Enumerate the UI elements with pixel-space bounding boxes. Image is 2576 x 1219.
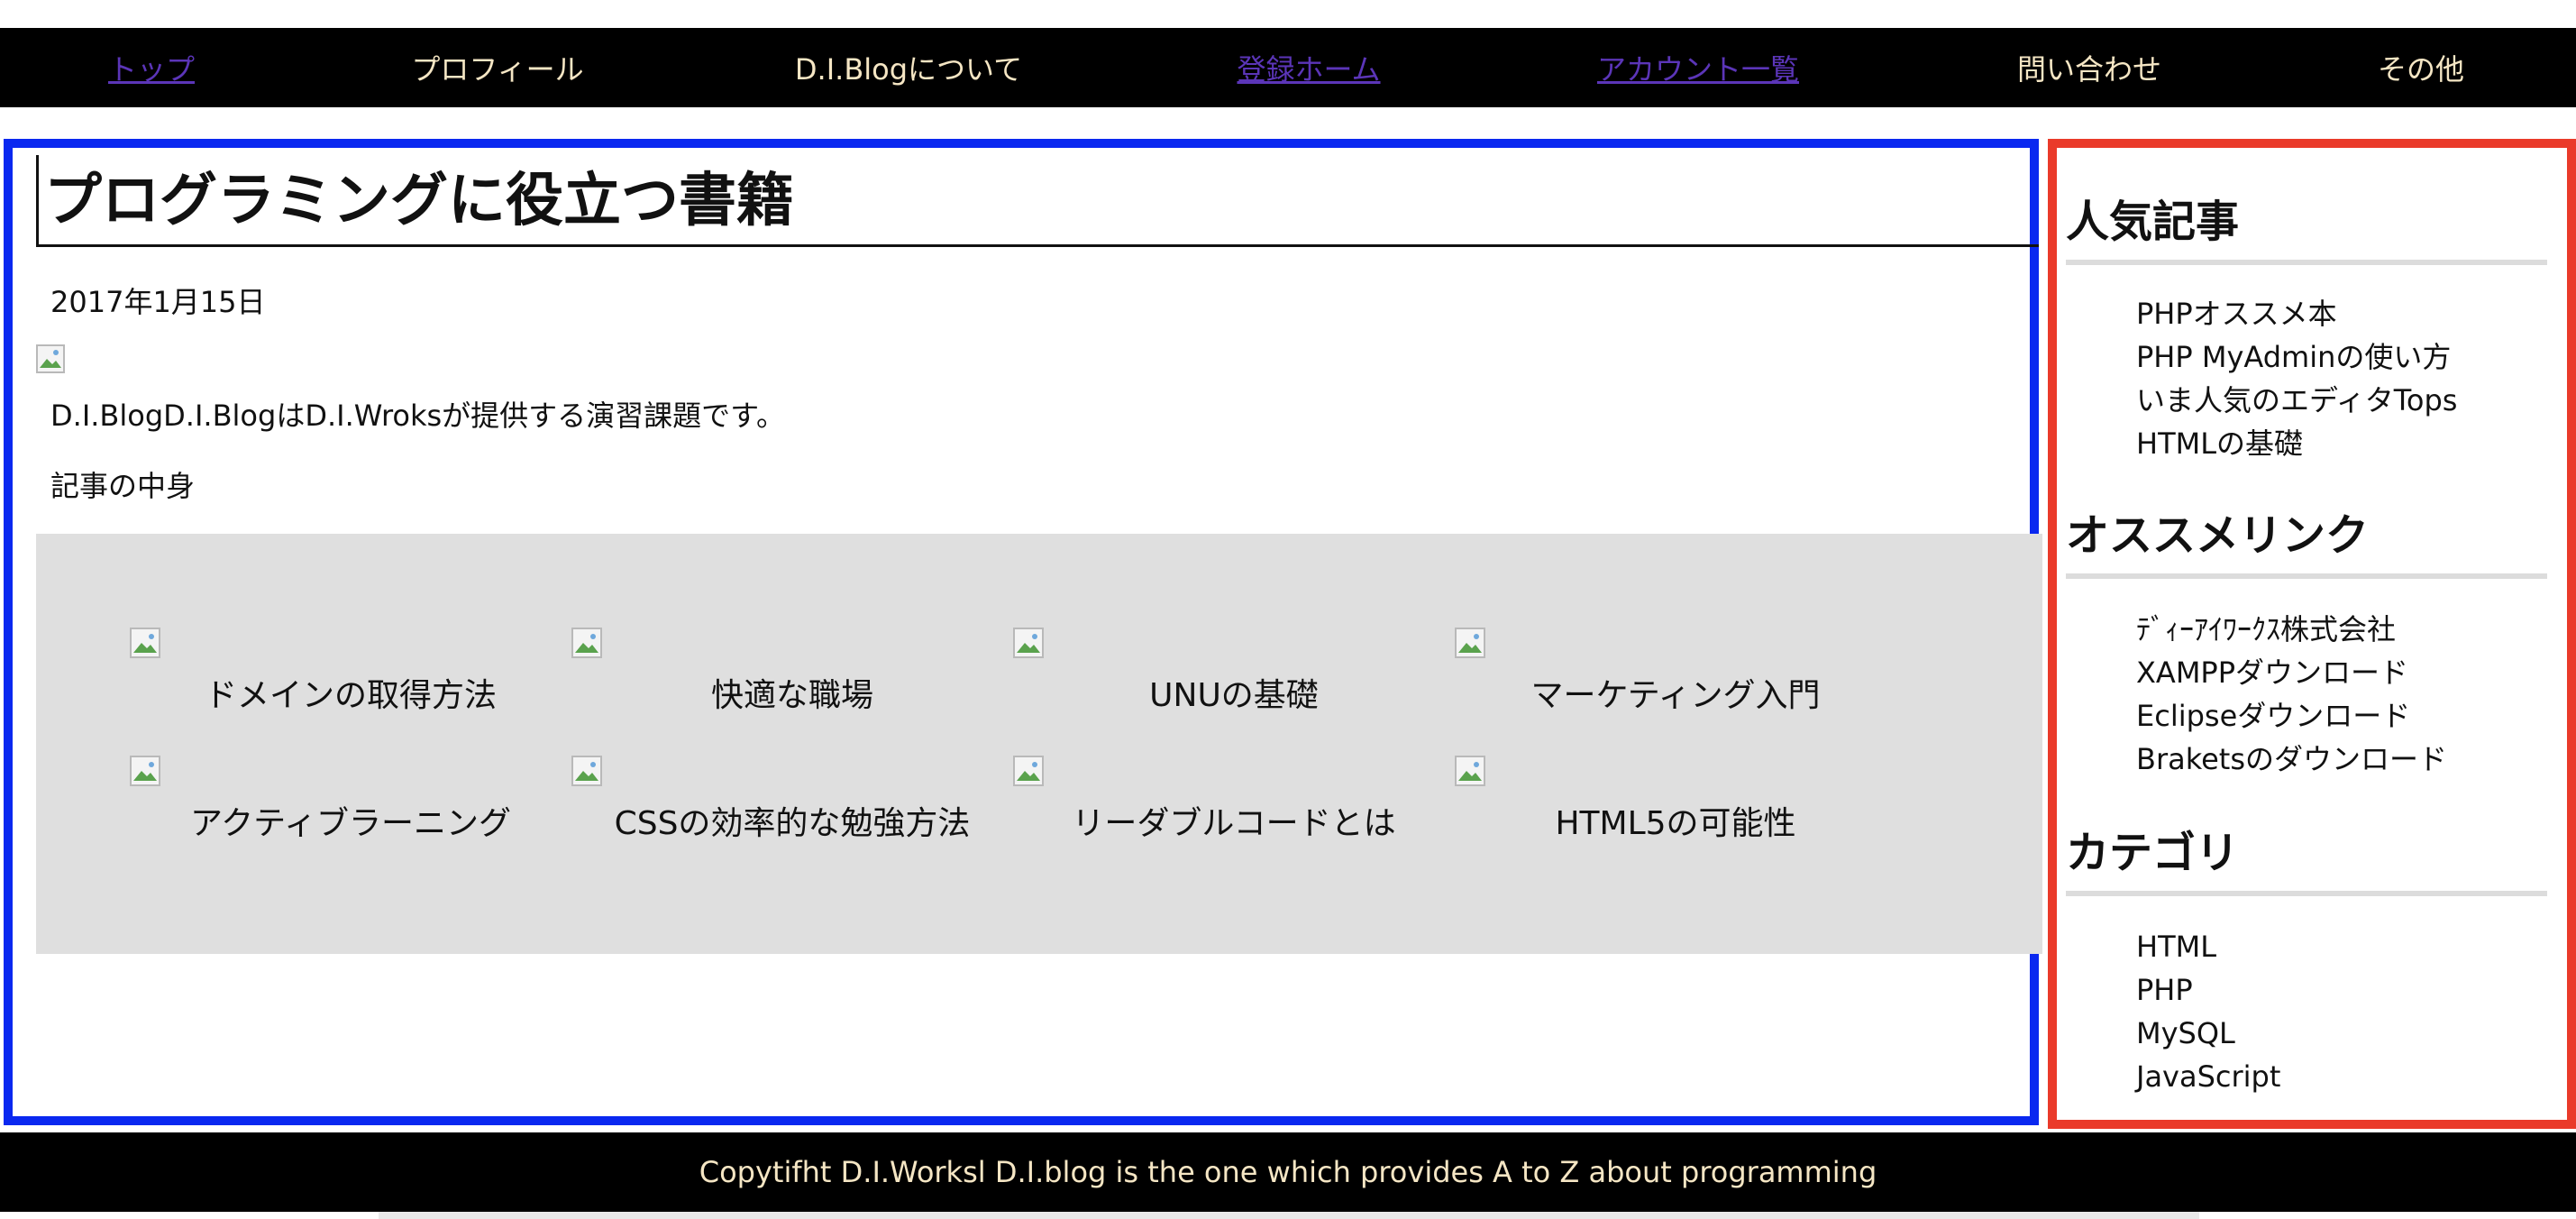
article-date: 2017年1月15日 bbox=[50, 285, 266, 319]
global-nav: トップ プロフィール D.I.Blogについて 登録ホーム アカウント一覧 問い… bbox=[0, 28, 2576, 107]
categories-list: HTML PHP MySQL JavaScript bbox=[2136, 925, 2280, 1098]
broken-image-icon bbox=[36, 344, 65, 373]
related-card[interactable]: アクティブラーニング bbox=[130, 756, 571, 873]
related-card-label: HTML5の可能性 bbox=[1555, 805, 1796, 842]
broken-image-icon bbox=[130, 628, 160, 658]
sidebar-item-category[interactable]: HTML bbox=[2136, 925, 2280, 968]
related-card-label: アクティブラーニング bbox=[189, 805, 512, 842]
nav-item-profile[interactable]: プロフィール bbox=[411, 28, 583, 107]
broken-image-icon bbox=[130, 756, 160, 786]
related-card-label: 快適な職場 bbox=[710, 677, 873, 714]
article-body: 記事の中身 bbox=[50, 469, 196, 503]
broken-image-icon bbox=[571, 628, 602, 658]
related-card-label: ドメインの取得方法 bbox=[204, 677, 497, 714]
nav-item-about[interactable]: D.I.Blogについて bbox=[795, 28, 1022, 107]
nav-item-other[interactable]: その他 bbox=[2378, 28, 2464, 107]
sidebar-item-link[interactable]: XAMPPダウンロード bbox=[2136, 651, 2447, 694]
nav-item-contact[interactable]: 問い合わせ bbox=[2017, 28, 2161, 107]
sidebar-item-popular[interactable]: いま人気のエディタTops bbox=[2136, 379, 2457, 422]
related-card-label: CSSの効率的な勉強方法 bbox=[614, 805, 971, 842]
related-articles: ドメインの取得方法 快適な職場 UNUの基礎 マーケティング入門 アクティブラー… bbox=[36, 534, 2042, 954]
sidebar-item-category[interactable]: JavaScript bbox=[2136, 1055, 2280, 1098]
main-content: プログラミングに役立つ書籍 2017年1月15日 D.I.BlogD.I.Blo… bbox=[4, 139, 2042, 1125]
recommended-links-list: ﾃﾞｨｰｱｲﾜｰｸｽ株式会社 XAMPPダウンロード Eclipseダウンロード… bbox=[2136, 608, 2447, 781]
popular-articles-list: PHPオススメ本 PHP MyAdminの使い方 いま人気のエディタTops H… bbox=[2136, 292, 2457, 465]
footer: Copytifht D.I.Worksl D.I.blog is the one… bbox=[0, 1132, 2576, 1212]
related-card-label: UNUの基礎 bbox=[1149, 677, 1319, 714]
broken-image-icon bbox=[1455, 628, 1485, 658]
sidebar-item-category[interactable]: MySQL bbox=[2136, 1012, 2280, 1055]
sidebar-item-link[interactable]: Eclipseダウンロード bbox=[2136, 694, 2447, 738]
sidebar-heading-categories: カテゴリ bbox=[2066, 817, 2547, 896]
broken-image-icon bbox=[571, 756, 602, 786]
article-title: プログラミングに役立つ書籍 bbox=[36, 155, 2039, 247]
footer-copyright: Copytifht D.I.Worksl D.I.blog is the one… bbox=[699, 1155, 1877, 1189]
page-bottom-divider bbox=[379, 1212, 2199, 1219]
related-card[interactable]: UNUの基礎 bbox=[1013, 628, 1455, 745]
broken-image-icon bbox=[1455, 756, 1485, 786]
nav-item-accounts[interactable]: アカウント一覧 bbox=[1597, 28, 1799, 107]
related-card-label: リーダブルコードとは bbox=[1072, 805, 1396, 842]
sidebar-item-popular[interactable]: PHP MyAdminの使い方 bbox=[2136, 335, 2457, 379]
broken-image-icon bbox=[1013, 756, 1044, 786]
sidebar: 人気記事 PHPオススメ本 PHP MyAdminの使い方 いま人気のエディタT… bbox=[2048, 139, 2576, 1129]
sidebar-heading-links: オススメリンク bbox=[2066, 500, 2547, 579]
sidebar-item-link[interactable]: Braketsのダウンロード bbox=[2136, 738, 2447, 781]
related-card[interactable]: 快適な職場 bbox=[571, 628, 1013, 745]
broken-image-icon bbox=[1013, 628, 1044, 658]
sidebar-heading-popular: 人気記事 bbox=[2066, 186, 2547, 265]
sidebar-item-link[interactable]: ﾃﾞｨｰｱｲﾜｰｸｽ株式会社 bbox=[2136, 608, 2447, 651]
sidebar-item-category[interactable]: PHP bbox=[2136, 968, 2280, 1012]
sidebar-item-popular[interactable]: PHPオススメ本 bbox=[2136, 292, 2457, 335]
related-card[interactable]: リーダブルコードとは bbox=[1013, 756, 1455, 873]
article-lead: D.I.BlogD.I.BlogはD.I.Wroksが提供する演習課題です。 bbox=[50, 399, 785, 433]
nav-item-top[interactable]: トップ bbox=[108, 28, 195, 107]
sidebar-item-popular[interactable]: HTMLの基礎 bbox=[2136, 422, 2457, 465]
related-card-label: マーケティング入門 bbox=[1530, 677, 1821, 714]
related-card[interactable]: CSSの効率的な勉強方法 bbox=[571, 756, 1013, 873]
nav-item-register[interactable]: 登録ホーム bbox=[1237, 28, 1380, 107]
related-card[interactable]: HTML5の可能性 bbox=[1455, 756, 1896, 873]
related-card[interactable]: マーケティング入門 bbox=[1455, 628, 1896, 745]
related-card[interactable]: ドメインの取得方法 bbox=[130, 628, 571, 745]
